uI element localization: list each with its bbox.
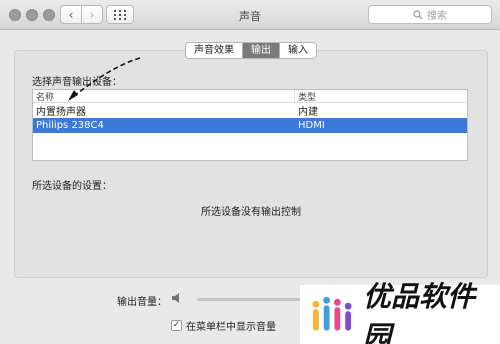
window-title: 声音 (239, 10, 261, 23)
volume-slider[interactable] (197, 298, 307, 301)
device-settings-label: 所选设备的设置： (32, 181, 112, 192)
show-all-button[interactable] (106, 5, 134, 24)
speaker-icon (172, 293, 179, 303)
device-type: HDMI (298, 120, 325, 131)
device-type: 内建 (298, 107, 318, 118)
zoom-window-button[interactable] (43, 9, 55, 21)
show-volume-in-menubar[interactable]: ✓ 在菜单栏中显示音量 (171, 318, 276, 333)
search-placeholder: 搜索 (427, 11, 447, 22)
search-field[interactable]: 搜索 (368, 5, 492, 24)
device-name: Philips 238C4 (36, 120, 104, 131)
table-header: 名称 类型 (33, 89, 467, 103)
chevron-left-icon: ‹ (68, 7, 74, 22)
select-device-label: 选择声音输出设备： (32, 77, 122, 88)
table-row[interactable]: 内置扬声器 内建 (33, 103, 467, 118)
forward-button[interactable]: › (81, 5, 103, 24)
tab-output[interactable]: 输出 (243, 43, 280, 58)
column-header-type[interactable]: 类型 (295, 90, 467, 103)
search-icon (413, 9, 423, 19)
watermark-logo: 优品软件园 (300, 280, 500, 344)
minimize-window-button[interactable] (26, 9, 38, 21)
watermark-text: 优品软件园 (363, 279, 476, 344)
tab-sound-effects[interactable]: 声音效果 (186, 43, 243, 58)
table-row[interactable]: Philips 238C4 HDMI (33, 118, 467, 133)
back-button[interactable]: ‹ (60, 5, 82, 24)
output-volume-label: 输出音量： (117, 297, 167, 308)
chevron-right-icon: › (89, 7, 95, 22)
device-name: 内置扬声器 (36, 107, 86, 118)
column-header-name[interactable]: 名称 (33, 89, 295, 103)
device-table[interactable]: 名称 类型 内置扬声器 内建 Philips 238C4 HDMI (32, 89, 468, 161)
tab-input[interactable]: 输入 (280, 43, 316, 58)
grid-icon (114, 9, 126, 20)
no-output-controls-message: 所选设备没有输出控制 (201, 207, 301, 218)
close-window-button[interactable] (9, 9, 21, 21)
title-bar: ‹ › 声音 搜索 (0, 0, 500, 30)
show-volume-checkbox[interactable]: ✓ (171, 320, 182, 331)
watermark-figures-icon (312, 296, 352, 331)
show-volume-label: 在菜单栏中显示音量 (186, 322, 276, 333)
tab-bar: 声音效果 输出 输入 (185, 42, 317, 59)
